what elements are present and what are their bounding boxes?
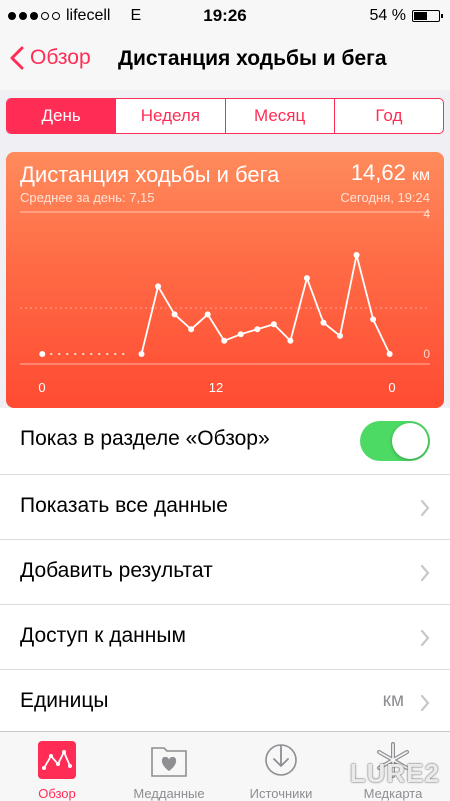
tab-sources[interactable]: Источники: [226, 738, 336, 801]
chart-total-value: 14,62: [350, 160, 406, 185]
page-title: Дистанция ходьбы и бега: [118, 47, 387, 70]
chart-point: [287, 337, 294, 344]
row-label: Показ в разделе «Обзор»: [20, 427, 270, 450]
back-label: Обзор: [30, 46, 91, 69]
tab-health-data[interactable]: Медданные: [114, 738, 224, 801]
chart-point: [138, 351, 145, 357]
chevron-right-icon: [420, 629, 430, 647]
chart-title: Дистанция ходьбы и бега: [20, 162, 280, 187]
chart-point: [204, 311, 211, 318]
units-value: км: [382, 690, 404, 711]
segment-month[interactable]: Месяц: [224, 99, 334, 133]
toggle-knob: [392, 423, 428, 459]
chart-point: [386, 351, 393, 357]
chart-point: [237, 331, 244, 338]
overview-icon: [38, 741, 76, 779]
segment-year[interactable]: Год: [333, 99, 443, 133]
tab-bar: Обзор Медданные Источники Медкарта LURE2: [0, 731, 450, 801]
x-tick-label: 12: [209, 380, 223, 395]
sources-icon: [265, 744, 297, 776]
health-data-icon: [151, 747, 187, 777]
row-label: Единицы: [20, 689, 109, 712]
row-label: Показать все данные: [20, 494, 228, 517]
chevron-left-icon: [10, 46, 24, 70]
tab-label: Источники: [249, 786, 313, 801]
segment-week[interactable]: Неделя: [115, 99, 224, 133]
navigation-bar: Обзор Дистанция ходьбы и бега: [0, 32, 450, 90]
chart-date: Сегодня, 19:24: [340, 190, 430, 205]
chart-point: [188, 326, 195, 333]
chevron-right-icon: [420, 499, 430, 517]
back-button[interactable]: Обзор: [10, 46, 91, 70]
y-tick-label: 4: [423, 207, 430, 221]
x-tick-label: 0: [388, 380, 395, 395]
tab-overview[interactable]: Обзор: [2, 738, 112, 801]
chart-point: [155, 283, 162, 290]
settings-list: Показ в разделе «Обзор» Показать все дан…: [0, 408, 450, 735]
row-data-access[interactable]: Доступ к данным: [0, 605, 450, 670]
chart-point: [221, 337, 228, 344]
chart-point: [320, 319, 327, 326]
chart-point: [337, 332, 344, 339]
battery-fill: [414, 12, 427, 20]
battery-icon: [412, 10, 443, 22]
tab-label: Медданные: [133, 786, 205, 801]
chevron-right-icon: [420, 564, 430, 582]
chart-total-unit: км: [412, 167, 430, 184]
row-show-in-overview: Показ в разделе «Обзор»: [0, 408, 450, 475]
chart-point: [254, 326, 261, 333]
chart-average: Среднее за день: 7,15: [20, 190, 155, 205]
row-label: Добавить результат: [20, 559, 213, 582]
chart-point: [39, 351, 46, 357]
y-tick-label: 0: [423, 347, 430, 361]
chart-point: [171, 311, 178, 318]
battery-percent: 54 %: [369, 7, 406, 24]
period-segmented-control: День Неделя Месяц Год: [6, 98, 444, 134]
row-add-result[interactable]: Добавить результат: [0, 540, 450, 605]
chart-card[interactable]: 4 0 0 12 0 Дистанция ходьбы и бега 14,62 км …: [6, 152, 444, 408]
row-units[interactable]: Единицы км: [0, 670, 450, 735]
row-show-all-data[interactable]: Показать все данные: [0, 475, 450, 540]
chart-point: [270, 321, 277, 328]
chart-total: 14,62 км: [351, 160, 430, 186]
status-right: 54 %: [369, 7, 443, 25]
tab-label: Обзор: [38, 786, 76, 801]
status-bar: lifecell E 19:26 54 %: [0, 0, 450, 32]
show-in-overview-toggle[interactable]: [360, 421, 430, 461]
chart-point: [303, 275, 310, 282]
x-tick-label: 0: [38, 380, 45, 395]
row-label: Доступ к данным: [20, 624, 186, 647]
segment-day[interactable]: День: [7, 99, 116, 133]
chart-point: [370, 316, 377, 323]
chevron-right-icon: [420, 694, 430, 712]
watermark: LURE2: [349, 758, 440, 788]
chart-series-line: [140, 254, 391, 355]
chart-point: [353, 252, 360, 258]
